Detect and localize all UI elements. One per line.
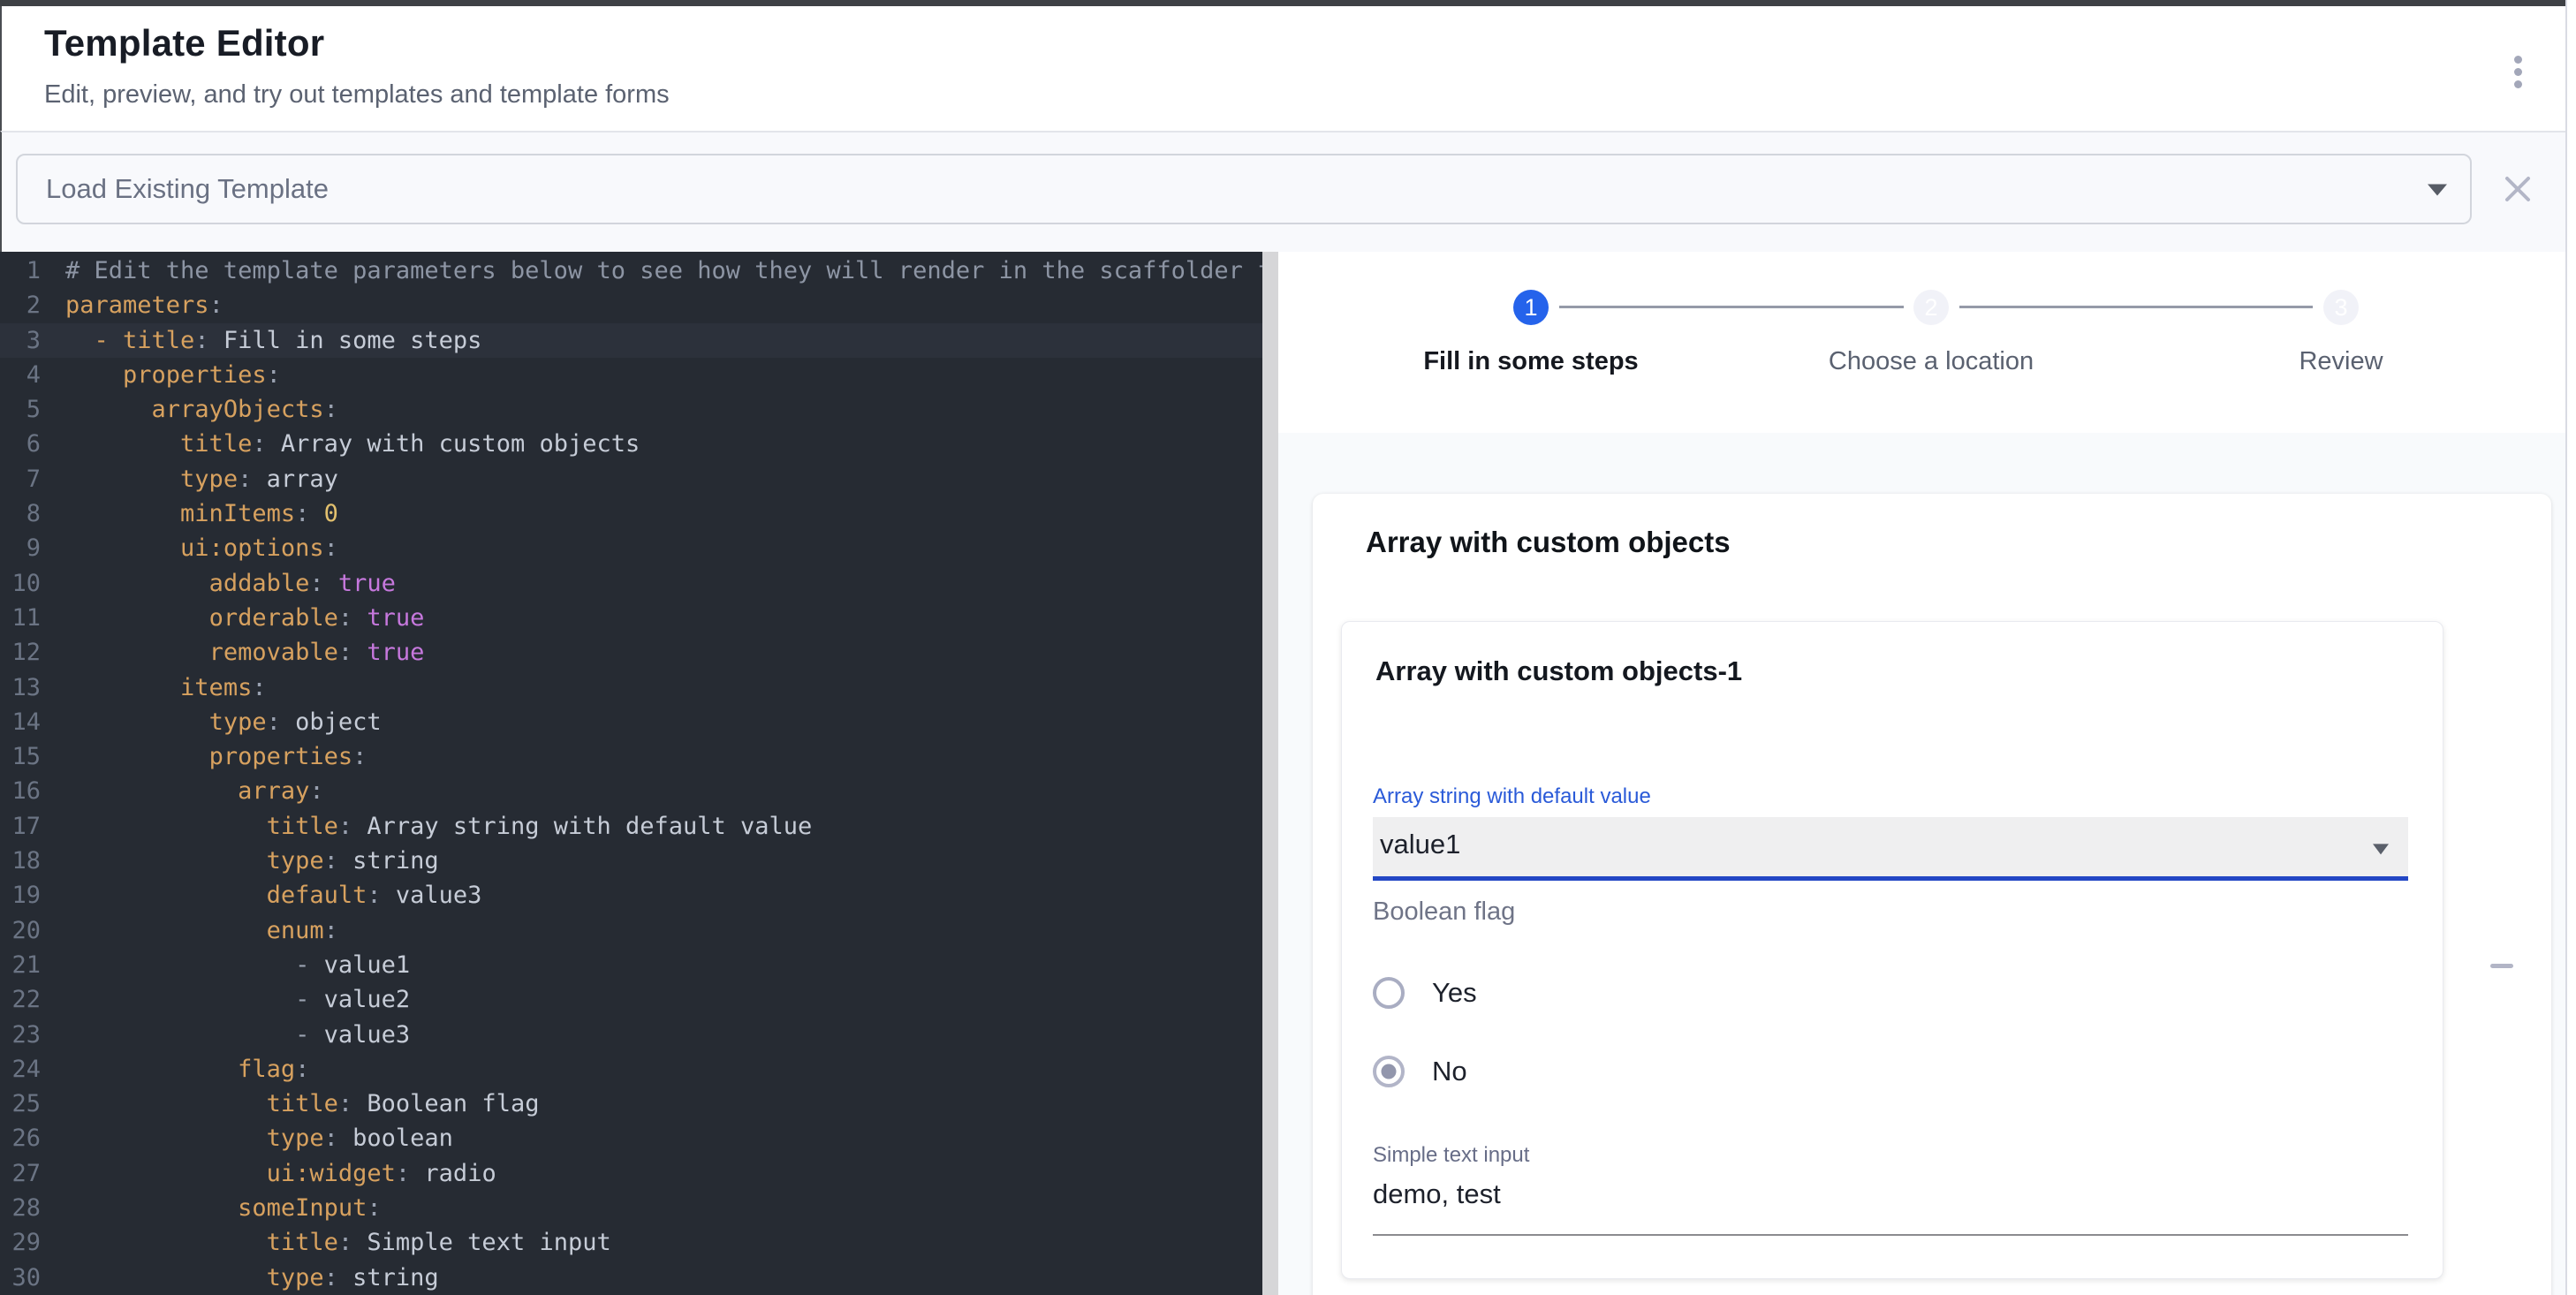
code-line: 22 - value2 xyxy=(0,982,1262,1017)
code-line: 7 type: array xyxy=(0,462,1262,496)
radio-group-label: Boolean flag xyxy=(1373,897,1515,927)
code-line: 20 enum: xyxy=(0,913,1262,948)
minus-icon xyxy=(2490,964,2513,968)
select-field-value: value1 xyxy=(1380,829,1460,860)
step-1-circle[interactable]: 1 xyxy=(1513,290,1549,325)
code-line: 23 - value3 xyxy=(0,1018,1262,1052)
step-3-label: Review xyxy=(2147,347,2535,376)
caret-down-icon xyxy=(2373,844,2389,854)
code-line: 15 properties: xyxy=(0,739,1262,774)
select-field-label: Array string with default value xyxy=(1373,784,1651,809)
remove-array-item-button[interactable] xyxy=(2488,957,2516,974)
code-line: 24 flag: xyxy=(0,1052,1262,1087)
stepper-connector xyxy=(1959,306,2313,308)
step-2-label: Choose a location xyxy=(1737,347,2125,376)
editor-scrollbar[interactable] xyxy=(1262,252,1278,1295)
code-line: 19 default: value3 xyxy=(0,878,1262,913)
template-editor-app: Template Editor Edit, preview, and try o… xyxy=(0,0,2576,1295)
page-subtitle: Edit, preview, and try out templates and… xyxy=(44,80,670,110)
main-split: 1# Edit the template parameters below to… xyxy=(0,252,2565,1295)
page-title: Template Editor xyxy=(44,22,324,64)
step-3-circle[interactable]: 3 xyxy=(2323,290,2359,325)
load-template-placeholder: Load Existing Template xyxy=(46,173,329,205)
code-line: 28 someInput: xyxy=(0,1191,1262,1225)
preview-panel: 1 Fill in some steps 2 Choose a location… xyxy=(1278,252,2565,1295)
radio-option-yes[interactable]: Yes xyxy=(1373,975,1477,1011)
text-field-underline xyxy=(1373,1234,2408,1236)
radio-option-no[interactable]: No xyxy=(1373,1054,1467,1089)
code-line: 9 ui:options: xyxy=(0,531,1262,565)
form-section-card: Array with custom objects Array with cus… xyxy=(1313,494,2551,1295)
array-item-card: Array with custom objects-1 Array string… xyxy=(1341,621,2443,1279)
window-top-edge xyxy=(0,0,2565,6)
step-1-number: 1 xyxy=(1524,294,1537,322)
code-line: 17 title: Array string with default valu… xyxy=(0,809,1262,844)
code-line: 5 arrayObjects: xyxy=(0,392,1262,427)
step-1-label: Fill in some steps xyxy=(1337,347,1725,376)
stepper: 1 Fill in some steps 2 Choose a location… xyxy=(1278,252,2565,433)
step-2-number: 2 xyxy=(1924,294,1937,322)
radio-icon xyxy=(1373,977,1405,1009)
step-3-number: 3 xyxy=(2334,294,2347,322)
radio-option-label: No xyxy=(1432,1056,1467,1087)
template-toolbar: Load Existing Template xyxy=(0,131,2565,252)
code-line: 12 removable: true xyxy=(0,635,1262,670)
code-line: 25 title: Boolean flag xyxy=(0,1087,1262,1121)
array-item-title: Array with custom objects-1 xyxy=(1375,655,1742,687)
page-scrollbar[interactable] xyxy=(2565,0,2576,1295)
clear-template-button[interactable] xyxy=(2496,164,2539,214)
code-line: 11 orderable: true xyxy=(0,601,1262,635)
code-line: 13 items: xyxy=(0,670,1262,705)
code-line: 16 array: xyxy=(0,774,1262,808)
code-line: 8 minItems: 0 xyxy=(0,496,1262,531)
code-line: 10 addable: true xyxy=(0,566,1262,601)
code-line: 21 - value1 xyxy=(0,948,1262,982)
code-line: 4 properties: xyxy=(0,358,1262,392)
text-field-label: Simple text input xyxy=(1373,1143,1529,1168)
text-field-input[interactable]: demo, test xyxy=(1373,1178,1501,1210)
radio-icon xyxy=(1373,1056,1405,1087)
form-preview-area: Array with custom objects Array with cus… xyxy=(1278,433,2565,1295)
code-line: 26 type: boolean xyxy=(0,1121,1262,1155)
code-line: 27 ui:widget: radio xyxy=(0,1156,1262,1191)
yaml-code-editor[interactable]: 1# Edit the template parameters below to… xyxy=(0,252,1262,1295)
code-line: 30 type: string xyxy=(0,1261,1262,1295)
code-line: 1# Edit the template parameters below to… xyxy=(0,254,1262,288)
radio-option-label: Yes xyxy=(1432,977,1477,1009)
page-header: Template Editor Edit, preview, and try o… xyxy=(0,6,2565,131)
step-2-circle[interactable]: 2 xyxy=(1913,290,1949,325)
array-string-select[interactable]: value1 xyxy=(1373,817,2408,881)
code-line: 2parameters: xyxy=(0,288,1262,322)
code-line: 18 type: string xyxy=(0,844,1262,878)
load-template-select[interactable]: Load Existing Template xyxy=(16,154,2472,224)
kebab-menu-icon[interactable] xyxy=(2498,45,2537,98)
close-icon xyxy=(2503,174,2533,204)
form-section-title: Array with custom objects xyxy=(1366,526,1731,559)
code-line: 6 title: Array with custom objects xyxy=(0,427,1262,461)
code-line: 29 title: Simple text input xyxy=(0,1225,1262,1260)
caret-down-icon xyxy=(2428,185,2447,196)
code-line: 14 type: object xyxy=(0,705,1262,739)
stepper-connector xyxy=(1559,306,1904,308)
code-line: 3 - title: Fill in some steps xyxy=(0,323,1262,358)
